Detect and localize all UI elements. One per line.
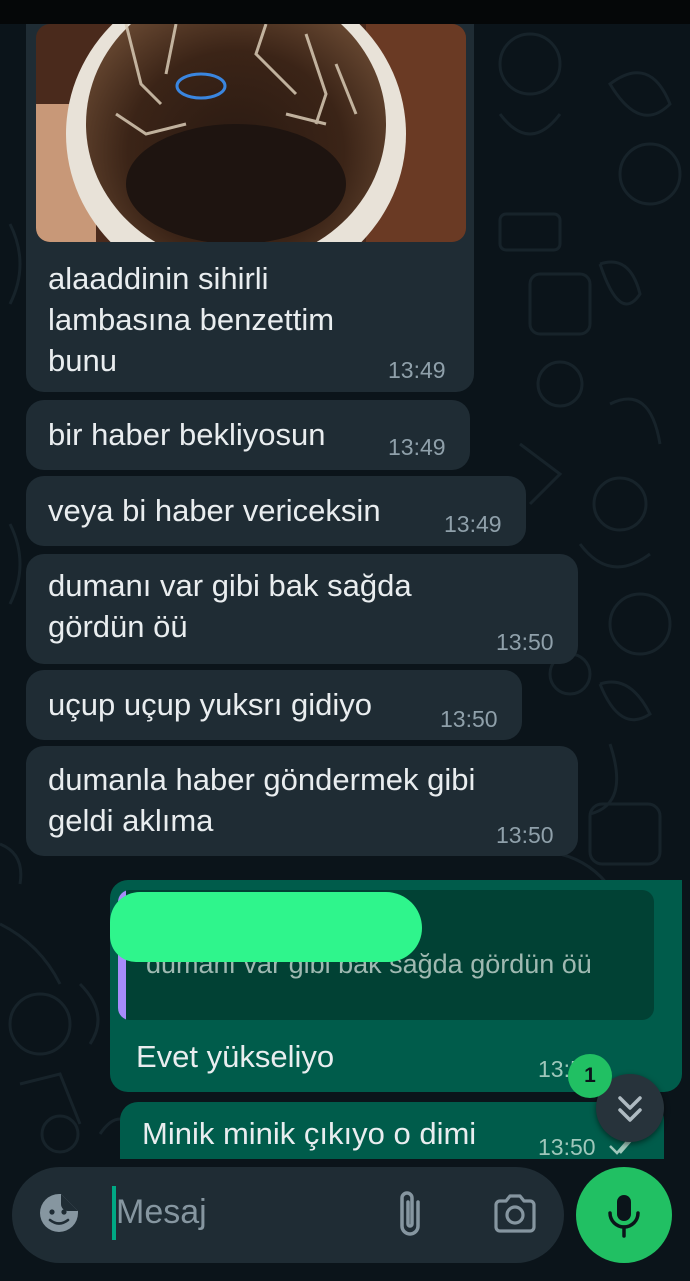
message-text: dumanı var gibi bak sağda gördün öü [48, 568, 412, 644]
message-time: 13:50 [496, 822, 554, 848]
message-text: uçup uçup yuksrı gidiyo [48, 687, 372, 722]
voice-message-button[interactable] [576, 1167, 672, 1263]
camera-icon[interactable] [492, 1193, 538, 1235]
mic-icon [608, 1195, 640, 1238]
message-text: bir haber bekliyosun [48, 417, 326, 452]
message-time: 13:50 [496, 629, 554, 655]
attach-icon[interactable] [392, 1188, 428, 1240]
message-time: 13:50 [440, 706, 498, 732]
unread-count-badge: 1 [568, 1054, 612, 1098]
coffee-cup-photo[interactable] [36, 24, 466, 242]
status-bar [0, 0, 690, 24]
message-placeholder: Mesaj [116, 1193, 207, 1231]
message-input[interactable] [12, 1167, 564, 1263]
message-time: 13:50 [538, 1134, 596, 1159]
message-text: veya bi haber vericeksin [48, 493, 381, 528]
message-time: 13:49 [388, 357, 446, 383]
chat-area[interactable]: alaaddinin sihirli lambasına benzettim b… [0, 24, 690, 1159]
message-text: alaaddinin sihirli lambasına benzettim b… [48, 261, 335, 378]
message-time: 13:49 [388, 434, 446, 460]
sticker-icon[interactable] [36, 1190, 82, 1236]
message-text: Evet yükseliyo [136, 1039, 335, 1074]
redaction-mark [110, 892, 422, 962]
message-time: 13:49 [444, 511, 502, 537]
message-text: dumanla haber göndermek gibi geldi aklım… [48, 762, 476, 838]
message-text: Minik minik çıkıyo o dimi [142, 1116, 477, 1151]
